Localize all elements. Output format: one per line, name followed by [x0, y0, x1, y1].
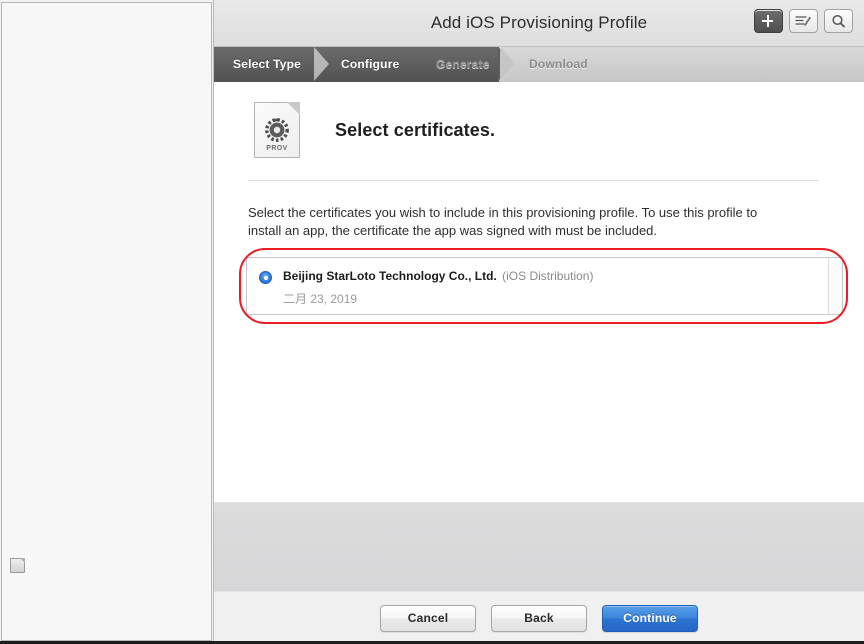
certificate-list-item[interactable]: Beijing StarLoto Technology Co., Ltd. (i…: [247, 258, 842, 307]
instructions-text: Select the certificates you wish to incl…: [248, 205, 758, 238]
certificate-list-area: Beijing StarLoto Technology Co., Ltd. (i…: [239, 248, 848, 324]
profile-document-icon: [10, 557, 25, 573]
app-window: iOS Apps Certificates All Pending Develo…: [0, 0, 864, 644]
titlebar-actions: [754, 9, 853, 33]
back-button[interactable]: Back: [491, 604, 587, 632]
provisioning-profile-icon: PROV: [254, 102, 300, 158]
continue-button[interactable]: Continue: [602, 604, 698, 632]
chevron-separator-icon: [314, 47, 334, 82]
wizard-steps: Select Type Configure Generate Download: [214, 47, 864, 82]
sidebar-group-devices: Devices All Apple TV Apple Watch iPad iP…: [0, 362, 213, 536]
footer-action-bar: Cancel Back Continue: [214, 591, 864, 644]
horizontal-divider: [248, 180, 818, 181]
add-button[interactable]: [754, 9, 783, 33]
certificate-text-group: Beijing StarLoto Technology Co., Ltd. (i…: [283, 269, 593, 307]
page-title: Add iOS Provisioning Profile: [430, 13, 648, 32]
certificate-list[interactable]: Beijing StarLoto Technology Co., Ltd. (i…: [246, 257, 843, 315]
chevron-separator-icon: [500, 47, 522, 82]
sidebar: iOS Apps Certificates All Pending Develo…: [0, 0, 214, 644]
page-header: PROV Select certificates.: [214, 82, 864, 158]
main-panel: Add iOS Provisioning Profile Select Type…: [214, 0, 864, 644]
sidebar-group-header-devices[interactable]: Devices: [0, 362, 213, 386]
certificate-name: Beijing StarLoto Technology Co., Ltd.: [283, 269, 497, 283]
cancel-button[interactable]: Cancel: [380, 604, 476, 632]
window-titlebar: Add iOS Provisioning Profile: [214, 0, 864, 47]
certificate-type: (iOS Distribution): [502, 269, 594, 283]
certificate-radio-selected[interactable]: [259, 271, 272, 284]
certificate-primary-line: Beijing StarLoto Technology Co., Ltd. (i…: [283, 269, 593, 284]
gear-icon: [263, 116, 291, 144]
provisioning-icon-label: PROV: [266, 145, 288, 152]
wizard-step-configure[interactable]: Configure: [341, 47, 399, 82]
wizard-step-download[interactable]: Download: [529, 47, 588, 82]
wizard-step-generate[interactable]: Generate: [436, 47, 490, 82]
content-heading: Select certificates.: [335, 119, 496, 140]
certificate-list-scrollbar[interactable]: [828, 258, 842, 314]
content-area: PROV Select certificates. Select the cer…: [214, 82, 864, 591]
wizard-step-select-type[interactable]: Select Type: [233, 47, 301, 82]
certificate-expiry-date: 二月 23, 2019: [283, 292, 358, 306]
edit-button[interactable]: [789, 9, 818, 33]
search-button[interactable]: [824, 9, 853, 33]
device-phone-icon: [12, 366, 23, 382]
page-fold-icon: [287, 102, 300, 115]
empty-gray-band: [214, 502, 864, 591]
